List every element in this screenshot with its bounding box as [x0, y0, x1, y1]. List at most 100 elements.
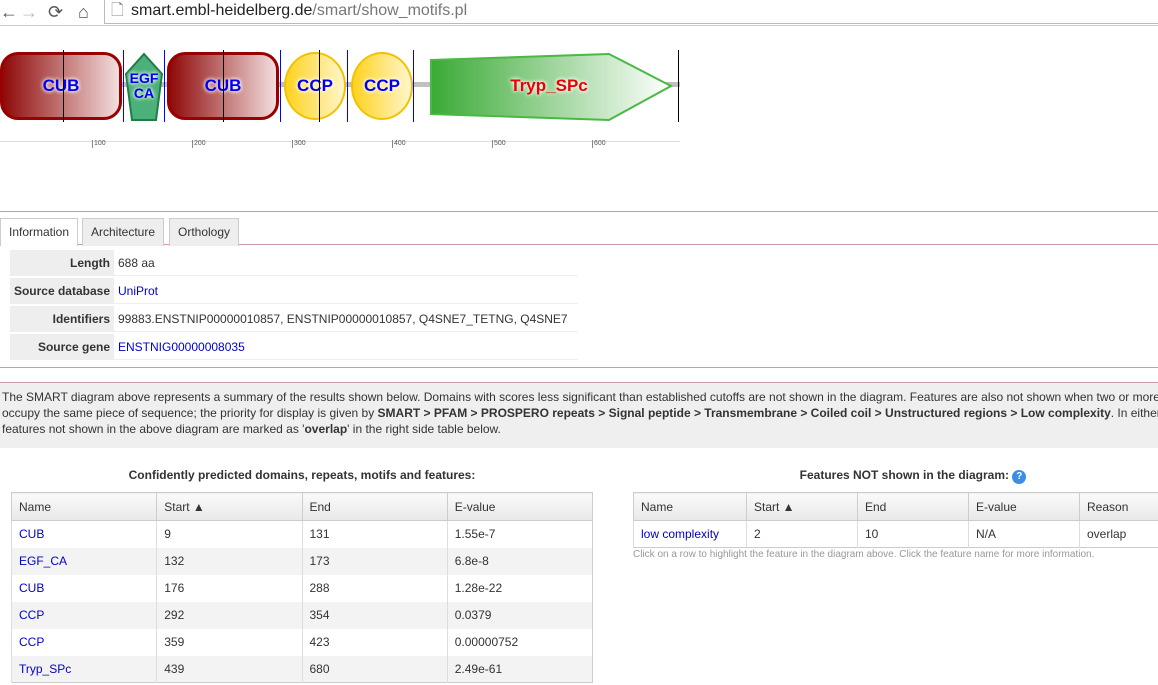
table-cell: 6.8e-8	[446, 547, 593, 575]
right-table-title-text: Features NOT shown in the diagram:	[799, 468, 1010, 482]
table-cell: 1.28e-22	[446, 574, 593, 602]
domain-cub[interactable]: CUB	[0, 52, 122, 120]
domain-tryp-label: Tryp_SPc	[510, 76, 588, 95]
table-cell: 173	[301, 547, 448, 575]
tick-label: 400	[392, 140, 406, 148]
table-hint: Click on a row to highlight the feature …	[633, 549, 1095, 560]
right-table-title: Features NOT shown in the diagram: ?	[633, 468, 1158, 484]
table-cell: 423	[301, 628, 448, 656]
domain-egf-label: EGF CA	[129, 70, 159, 101]
note-text: features not shown in the above diagram …	[2, 422, 305, 436]
table-cell: 288	[301, 574, 448, 602]
note-line: features not shown in the above diagram …	[2, 421, 1156, 437]
feature-name-link[interactable]: CCP	[10, 601, 157, 629]
table-cell: 359	[156, 628, 302, 656]
domain-ccp[interactable]: CCP	[284, 52, 346, 120]
table-cell: 2	[746, 520, 858, 548]
column-header[interactable]: E-value	[968, 492, 1080, 521]
tick-label: 200	[192, 140, 206, 148]
marker-line	[63, 50, 64, 122]
table-cell: 292	[156, 601, 302, 629]
table-cell: 2.49e-61	[446, 655, 593, 683]
table-row[interactable]: CUB 176 288 1.28e-22	[10, 574, 593, 602]
column-header[interactable]: Name	[633, 492, 747, 521]
domains-table: Name Start ▲ End E-value CUB 9 131 1.55e-7 EGF_C…	[10, 492, 594, 683]
table-cell: 9	[156, 520, 302, 548]
column-header[interactable]: Start ▲	[156, 492, 303, 521]
end-line	[678, 50, 679, 122]
table-cell: 0.0379	[446, 601, 593, 629]
table-row[interactable]: EGF_CA 132 173 6.8e-8	[10, 547, 593, 575]
note-line: The SMART diagram above represents a sum…	[2, 390, 1158, 404]
info-row-length: Length 688 aa	[10, 250, 578, 276]
note-overlap: overlap	[304, 422, 348, 436]
table-cell: 132	[156, 547, 302, 575]
tab-architecture[interactable]: Architecture	[82, 218, 165, 246]
table-cell: N/A	[968, 520, 1080, 548]
page-icon: 🗋	[111, 2, 124, 19]
table-cell: overlap	[1079, 520, 1158, 548]
info-key: Source database	[10, 278, 114, 304]
source-database-link[interactable]: UniProt	[114, 284, 158, 298]
feature-name-link[interactable]: Tryp_SPc	[10, 655, 157, 683]
reload-icon[interactable]: ⟳	[48, 2, 63, 23]
tab-information[interactable]: Information	[0, 218, 79, 246]
column-header[interactable]: End	[857, 492, 969, 521]
tick-label: 600	[592, 140, 606, 148]
domain-ccp[interactable]: CCP	[351, 52, 413, 120]
url-path: /smart/show_motifs.pl	[312, 2, 468, 19]
column-header[interactable]: End	[301, 492, 448, 521]
boundary-line	[413, 50, 414, 122]
note-text: occupy the same piece of sequence; the p…	[2, 406, 378, 420]
table-row[interactable]: Tryp_SPc 439 680 2.49e-61	[10, 655, 593, 683]
column-header[interactable]: Name	[10, 492, 158, 521]
info-key: Source gene	[10, 334, 114, 360]
forward-icon[interactable]: →	[20, 2, 38, 23]
info-value: 99883.ENSTNIP00000010857, ENSTNIP0000001…	[118, 312, 568, 326]
column-header[interactable]: E-value	[446, 492, 594, 521]
marker-line	[319, 50, 320, 122]
info-key: Identifiers	[10, 306, 114, 332]
note-text: ' in the right side table below.	[347, 422, 501, 436]
table-cell: 680	[301, 655, 448, 683]
tab-orthology[interactable]: Orthology	[169, 218, 240, 246]
table-row[interactable]: CCP 292 354 0.0379	[10, 601, 593, 629]
domain-label: CUB	[42, 76, 80, 95]
source-gene-link[interactable]: ENSTNIG00000008035	[114, 340, 245, 354]
table-row[interactable]: low complexity 2 10 N/A overlap	[633, 520, 1158, 548]
divider	[0, 367, 1158, 368]
table-cell: 354	[301, 601, 448, 629]
note-line: occupy the same piece of sequence; the p…	[2, 405, 1158, 421]
note-priority: SMART > PFAM > PROSPERO repeats > Signal…	[377, 406, 1111, 420]
feature-name-link[interactable]: CUB	[10, 574, 157, 602]
domain-label: CCP	[364, 76, 400, 95]
info-row-identifiers: Identifiers 99883.ENSTNIP00000010857, ENS…	[10, 306, 578, 332]
feature-name-link[interactable]: EGF_CA	[10, 547, 157, 575]
back-icon[interactable]: ←	[0, 2, 18, 23]
feature-name-link[interactable]: CCP	[10, 628, 157, 656]
address-bar[interactable]: 🗋 smart.embl-heidelberg.de/smart/show_mot…	[104, 0, 1158, 24]
feature-name-link[interactable]: low complexity	[633, 520, 747, 548]
tick-label: 100	[92, 140, 106, 148]
boundary-line	[347, 50, 348, 122]
table-cell: 0.00000752	[446, 628, 593, 656]
tick-label: 500	[492, 140, 506, 148]
boundary-line	[280, 50, 281, 122]
feature-name-link[interactable]: CUB	[10, 520, 157, 548]
home-icon[interactable]: ⌂	[78, 2, 89, 23]
table-row[interactable]: CUB 9 131 1.55e-7	[10, 520, 593, 548]
boundary-line	[164, 50, 165, 122]
domain-label: CCP	[297, 76, 333, 95]
column-header[interactable]: Start ▲	[746, 492, 858, 521]
table-cell: 176	[156, 574, 302, 602]
info-row-source-gene: Source gene ENSTNIG00000008035	[10, 334, 578, 360]
table-cell: 10	[857, 520, 969, 548]
help-icon[interactable]: ?	[1012, 470, 1027, 484]
table-cell: 1.55e-7	[446, 520, 593, 548]
info-value: 688 aa	[118, 256, 155, 270]
features-not-shown-table: Name Start ▲ End E-value Reason low complexit…	[633, 492, 1158, 548]
column-header[interactable]: Reason	[1079, 492, 1158, 521]
info-row-source-database: Source database UniProt	[10, 278, 578, 304]
tab-bar: Information Architecture Orthology	[0, 211, 1158, 246]
table-row[interactable]: CCP 359 423 0.00000752	[10, 628, 593, 656]
